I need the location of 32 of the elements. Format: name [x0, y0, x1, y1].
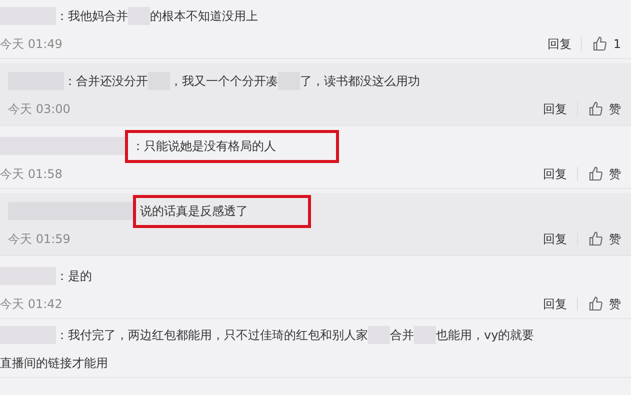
thumbs-up-icon — [588, 296, 604, 312]
reply-button[interactable]: 回复 — [543, 166, 567, 182]
comment-text: 也能用，vy的就要 — [436, 326, 534, 344]
reply-button[interactable]: 回复 — [543, 296, 567, 312]
comment-text: 了，读书都没这么用功 — [300, 72, 420, 90]
comment-text: 直播间的链接才能用 — [0, 354, 108, 372]
comment-text: ，我又一个个分开凑 — [170, 72, 278, 90]
timestamp: 今天 01:59 — [8, 230, 70, 248]
reply-button[interactable]: 回复 — [543, 100, 567, 118]
comment-text: ：合并还没分开 — [64, 72, 148, 90]
timestamp: 今天 01:42 — [0, 296, 62, 312]
comment-text: ：是的 — [56, 268, 92, 284]
thumbs-up-icon — [592, 36, 608, 52]
thumbs-up-icon — [588, 101, 604, 117]
comment-text: ：只能说她是没有格局的人 — [125, 130, 339, 162]
like-button[interactable]: 1 — [592, 36, 621, 52]
comment-text: 说的话真是反感透了 — [133, 194, 311, 228]
like-button[interactable]: 赞 — [588, 100, 621, 118]
thumbs-up-icon — [588, 166, 604, 182]
reply-button[interactable]: 回复 — [543, 230, 567, 248]
comment-text: 合并 — [390, 326, 414, 344]
comment-text: ：我他妈合并 — [56, 8, 128, 24]
like-button[interactable]: 赞 — [588, 230, 621, 248]
timestamp: 今天 03:00 — [8, 100, 70, 118]
comment-text: ：我付完了，两边红包都能用，只不过佳琦的红包和别人家 — [56, 326, 368, 344]
like-button[interactable]: 赞 — [588, 296, 621, 312]
comment-text: 的根本不知道没用上 — [150, 8, 258, 24]
like-button[interactable]: 赞 — [588, 166, 621, 182]
thumbs-up-icon — [588, 231, 604, 247]
reply-button[interactable]: 回复 — [547, 36, 572, 52]
timestamp: 今天 01:49 — [0, 36, 62, 52]
timestamp: 今天 01:58 — [0, 166, 62, 182]
